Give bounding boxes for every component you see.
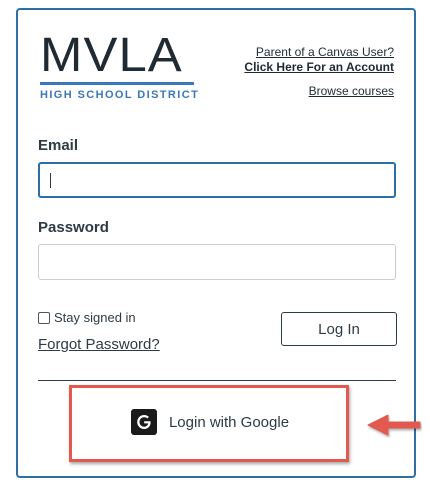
browse-courses-link[interactable]: Browse courses	[244, 84, 394, 99]
login-button[interactable]: Log In	[281, 312, 397, 346]
password-label: Password	[38, 219, 109, 236]
top-links: Parent of a Canvas User? Click Here For …	[244, 45, 394, 99]
forgot-password-link[interactable]: Forgot Password?	[38, 336, 160, 353]
create-account-link[interactable]: Click Here For an Account	[244, 60, 394, 75]
stay-signed-in-label: Stay signed in	[54, 310, 136, 325]
text-caret	[50, 173, 51, 188]
stay-signed-in: Stay signed in	[38, 310, 136, 325]
login-with-google-button[interactable]: Login with Google	[70, 383, 350, 461]
logo-title: MVLA	[40, 29, 183, 82]
mvla-logo: MVLA HIGH SCHOOL DISTRICT	[40, 32, 200, 101]
divider	[38, 380, 396, 381]
login-card: MVLA HIGH SCHOOL DISTRICT Parent of a Ca…	[16, 8, 421, 478]
logo-bar	[40, 82, 194, 85]
arrow-left-icon	[367, 414, 421, 436]
email-label: Email	[38, 137, 79, 154]
parent-question-link[interactable]: Parent of a Canvas User?	[244, 45, 394, 60]
google-g-icon	[130, 409, 157, 435]
logo-subtitle: HIGH SCHOOL DISTRICT	[40, 89, 200, 101]
email-field[interactable]	[38, 162, 396, 198]
google-button-label: Login with Google	[168, 413, 290, 431]
stay-signed-in-checkbox[interactable]	[38, 311, 50, 324]
password-field[interactable]	[38, 244, 396, 280]
